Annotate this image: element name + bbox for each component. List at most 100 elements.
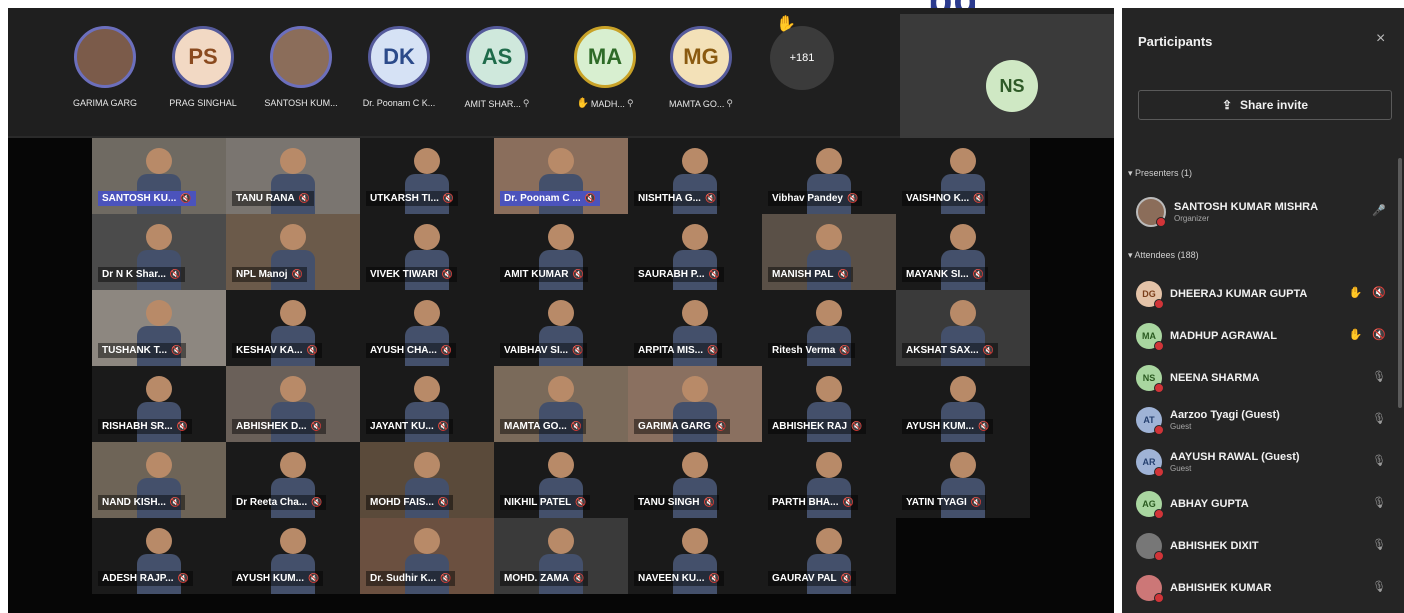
attendee-row[interactable]: AT Aarzoo Tyagi (Guest) Guest 🎙 [1136, 402, 1386, 438]
video-tile[interactable]: TANU RANA 🔇 [226, 138, 360, 214]
raised-hand-icon: ✋ [1348, 329, 1363, 341]
attendee-row[interactable]: AR AAYUSH RAWAL (Guest) Guest 🎙 [1136, 444, 1386, 480]
tile-name-label: Dr. Sudhir K... 🔇 [366, 571, 456, 586]
video-tile[interactable]: ABHISHEK D... 🔇 [226, 366, 360, 442]
video-tile[interactable]: MAMTA GO... 🔇 [494, 366, 628, 442]
tile-name-label: PARTH BHA... 🔇 [768, 495, 858, 510]
video-tile[interactable]: Dr. Sudhir K... 🔇 [360, 518, 494, 594]
video-tile[interactable]: PARTH BHA... 🔇 [762, 442, 896, 518]
presenter-row[interactable]: SANTOSH KUMAR MISHRA Organizer 🎤 [1136, 194, 1386, 230]
tile-name-label: NAVEEN KU... 🔇 [634, 571, 724, 586]
video-tile[interactable]: NPL Manoj 🔇 [226, 214, 360, 290]
video-tile[interactable]: Dr Reeta Cha... 🔇 [226, 442, 360, 518]
participant-video [682, 376, 708, 402]
attendee-row[interactable]: NS NEENA SHARMA 🎙 [1136, 360, 1386, 396]
video-tile[interactable]: TUSHANK T... 🔇 [92, 290, 226, 366]
attendee-row[interactable]: MA MADHUP AGRAWAL ✋ 🔇 [1136, 318, 1386, 354]
video-tile[interactable]: MOHD. ZAMA 🔇 [494, 518, 628, 594]
video-tile[interactable]: ADESH RAJP... 🔇 [92, 518, 226, 594]
pinned-participant[interactable]: MA ✋ MADH... ⚲ [560, 26, 650, 109]
attendee-row[interactable]: ABHISHEK KUMAR 🎙 [1136, 570, 1386, 606]
share-invite-button[interactable]: ⇪ Share invite [1138, 90, 1392, 120]
close-icon[interactable]: × [1376, 30, 1385, 48]
video-tile[interactable]: VAIBHAV SI... 🔇 [494, 290, 628, 366]
participant-video [682, 148, 708, 174]
video-tile[interactable]: TANU SINGH 🔇 [628, 442, 762, 518]
video-tile[interactable]: GAURAV PAL 🔇 [762, 518, 896, 594]
participant-video [414, 148, 440, 174]
mic-icon: 🎙 [1372, 413, 1386, 425]
video-tile[interactable]: MANISH PAL 🔇 [762, 214, 896, 290]
avatar: MA [574, 26, 636, 88]
pinned-participant[interactable]: AS AMIT SHAR... ⚲ [452, 26, 542, 109]
avatar: NS [1136, 365, 1164, 393]
video-tile[interactable]: RISHABH SR... 🔇 [92, 366, 226, 442]
video-tile[interactable]: JAYANT KU... 🔇 [360, 366, 494, 442]
video-tile[interactable]: Ritesh Verma 🔇 [762, 290, 896, 366]
attendee-row[interactable]: ABHISHEK DIXIT 🎙 [1136, 528, 1386, 564]
video-tile[interactable]: AYUSH KUM... 🔇 [226, 518, 360, 594]
video-tile[interactable]: MAYANK SI... 🔇 [896, 214, 1030, 290]
tile-name-label: MOHD FAIS... 🔇 [366, 495, 454, 510]
tile-name-label: AKSHAT SAX... 🔇 [902, 343, 998, 358]
tile-name-label: AYUSH KUM... 🔇 [232, 571, 324, 586]
pinned-participant[interactable]: GARIMA GARG [60, 26, 150, 108]
video-tile[interactable]: SANTOSH KU... 🔇 [92, 138, 226, 214]
presenter-role: Organizer [1174, 214, 1210, 223]
attendee-name: ABHAY GUPTA [1170, 498, 1249, 510]
attendee-row[interactable]: AG ABHAY GUPTA 🎙 [1136, 486, 1386, 522]
status-dot [1156, 217, 1166, 227]
muted-mic-icon: 🔇 [840, 573, 852, 583]
video-tile[interactable]: ARPITA MIS... 🔇 [628, 290, 762, 366]
video-tile[interactable]: NIKHIL PATEL 🔇 [494, 442, 628, 518]
raised-hand-icon: ✋ [576, 98, 589, 109]
participant-name: MAMTA GO... ⚲ [669, 98, 733, 109]
video-tile[interactable]: UTKARSH TI... 🔇 [360, 138, 494, 214]
video-tile[interactable]: SAURABH P... 🔇 [628, 214, 762, 290]
pinned-participant[interactable]: SANTOSH KUM... [256, 26, 346, 108]
participant-video [146, 300, 172, 326]
video-tile[interactable]: Dr. Poonam C ... 🔇 [494, 138, 628, 214]
video-grid: SANTOSH KU... 🔇 TANU RANA 🔇 UTKARSH TI... 🔇 Dr… [92, 138, 1034, 613]
muted-mic-icon: 🔇 [306, 345, 318, 355]
attendee-subtitle: Guest [1170, 464, 1192, 473]
panel-scrollbar[interactable] [1398, 158, 1402, 408]
muted-mic-icon: 🔇 [442, 193, 455, 203]
attendee-row[interactable]: DG DHEERAJ KUMAR GUPTA ✋ 🔇 [1136, 276, 1386, 312]
self-video-tile[interactable]: NS [900, 14, 1114, 138]
pinned-participant[interactable]: DK Dr. Poonam C K... [354, 26, 444, 108]
more-participants-button[interactable]: +181 [770, 26, 834, 90]
tile-name-label: SANTOSH KU... 🔇 [98, 191, 196, 206]
status-dot [1154, 425, 1164, 435]
pinned-participant[interactable]: MG MAMTA GO... ⚲ [656, 26, 746, 109]
video-tile[interactable]: AKSHAT SAX... 🔇 [896, 290, 1030, 366]
video-tile[interactable]: AYUSH CHA... 🔇 [360, 290, 494, 366]
attendees-section-header[interactable]: ▾ Attendees (188) [1128, 250, 1199, 261]
tile-name-label: GAURAV PAL 🔇 [768, 571, 856, 586]
video-tile[interactable]: MOHD FAIS... 🔇 [360, 442, 494, 518]
video-tile[interactable]: ABHISHEK RAJ 🔇 [762, 366, 896, 442]
video-tile[interactable]: GARIMA GARG 🔇 [628, 366, 762, 442]
raised-hand-icon: ✋ [1348, 287, 1363, 299]
video-tile[interactable]: VAISHNO K... 🔇 [896, 138, 1030, 214]
video-tile[interactable]: VIVEK TIWARI 🔇 [360, 214, 494, 290]
muted-mic-icon: 🔇 [707, 345, 719, 355]
presenters-section-header[interactable]: ▾ Presenters (1) [1128, 168, 1192, 179]
muted-mic-icon: 🔇 [570, 421, 582, 431]
video-tile[interactable]: AYUSH KUM... 🔇 [896, 366, 1030, 442]
video-tile[interactable]: AMIT KUMAR 🔇 [494, 214, 628, 290]
participant-video [816, 528, 842, 554]
video-tile[interactable]: NAND KISH... 🔇 [92, 442, 226, 518]
muted-mic-icon: 🔇 [572, 269, 584, 279]
video-tile[interactable]: NAVEEN KU... 🔇 [628, 518, 762, 594]
pinned-participant[interactable]: PS PRAG SINGHAL [158, 26, 248, 108]
video-tile[interactable]: NISHTHA G... 🔇 [628, 138, 762, 214]
video-tile[interactable]: Vibhav Pandey 🔇 [762, 138, 896, 214]
video-tile[interactable]: KESHAV KA... 🔇 [226, 290, 360, 366]
attendee-name: ABHISHEK KUMAR [1170, 582, 1272, 594]
video-tile[interactable]: Dr N K Shar... 🔇 [92, 214, 226, 290]
muted-mic-icon: 🔇 [441, 269, 454, 279]
mic-icon: 🎙 [1372, 497, 1386, 509]
tile-name-label: UTKARSH TI... 🔇 [366, 191, 459, 206]
video-tile[interactable]: YATIN TYAGI 🔇 [896, 442, 1030, 518]
